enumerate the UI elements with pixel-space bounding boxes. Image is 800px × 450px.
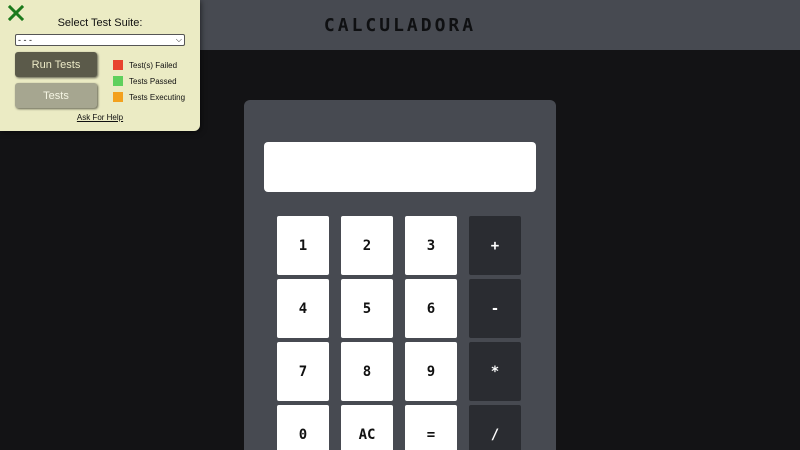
- key-1[interactable]: 1: [277, 216, 329, 275]
- legend-label: Tests Passed: [129, 76, 177, 86]
- test-legend: Test(s) Failed Tests Passed Tests Execut…: [113, 57, 185, 105]
- key-9[interactable]: 9: [405, 342, 457, 401]
- run-tests-button[interactable]: Run Tests: [15, 52, 97, 77]
- suite-selected-value: - - -: [18, 35, 32, 45]
- test-panel: Select Test Suite: - - - ⌵ Run Tests Tes…: [0, 0, 200, 131]
- key-divide[interactable]: /: [469, 405, 521, 450]
- passed-swatch: [113, 76, 123, 86]
- chevron-down-icon: ⌵: [175, 35, 182, 44]
- key-plus[interactable]: +: [469, 216, 521, 275]
- calculator-display: [264, 142, 536, 192]
- suite-label: Select Test Suite:: [57, 17, 143, 29]
- failed-swatch: [113, 60, 123, 70]
- legend-label: Tests Executing: [129, 92, 186, 102]
- ask-for-help-link[interactable]: Ask For Help: [0, 113, 200, 122]
- key-7[interactable]: 7: [277, 342, 329, 401]
- tests-button[interactable]: Tests: [15, 83, 97, 108]
- page: CALCULADORA 1 2 3 +4 5 6- 7 8 9 * 0 AC = / Select Tes…: [0, 0, 800, 450]
- key-3[interactable]: 3: [405, 216, 457, 275]
- key-minus[interactable]: -: [469, 279, 521, 338]
- test-suite-select[interactable]: - - - ⌵: [15, 34, 185, 46]
- key-2[interactable]: 2: [341, 216, 393, 275]
- key-equals[interactable]: =: [405, 405, 457, 450]
- key-6[interactable]: 6: [405, 279, 457, 338]
- key-8[interactable]: 8: [341, 342, 393, 401]
- key-5[interactable]: 5: [341, 279, 393, 338]
- key-clear[interactable]: AC: [341, 405, 393, 450]
- legend-item-executing: Tests Executing: [113, 89, 185, 105]
- key-multiply[interactable]: *: [469, 342, 521, 401]
- executing-swatch: [113, 92, 123, 102]
- key-4[interactable]: 4: [277, 279, 329, 338]
- keypad: 1 2 3 +4 5 6- 7 8 9 * 0 AC = /: [277, 216, 521, 450]
- calculator: 1 2 3 +4 5 6- 7 8 9 * 0 AC = /: [244, 100, 556, 450]
- legend-label: Test(s) Failed: [129, 60, 178, 70]
- legend-item-passed: Tests Passed: [113, 73, 185, 89]
- key-0[interactable]: 0: [277, 405, 329, 450]
- legend-item-failed: Test(s) Failed: [113, 57, 185, 73]
- app-title: CALCULADORA: [323, 14, 477, 36]
